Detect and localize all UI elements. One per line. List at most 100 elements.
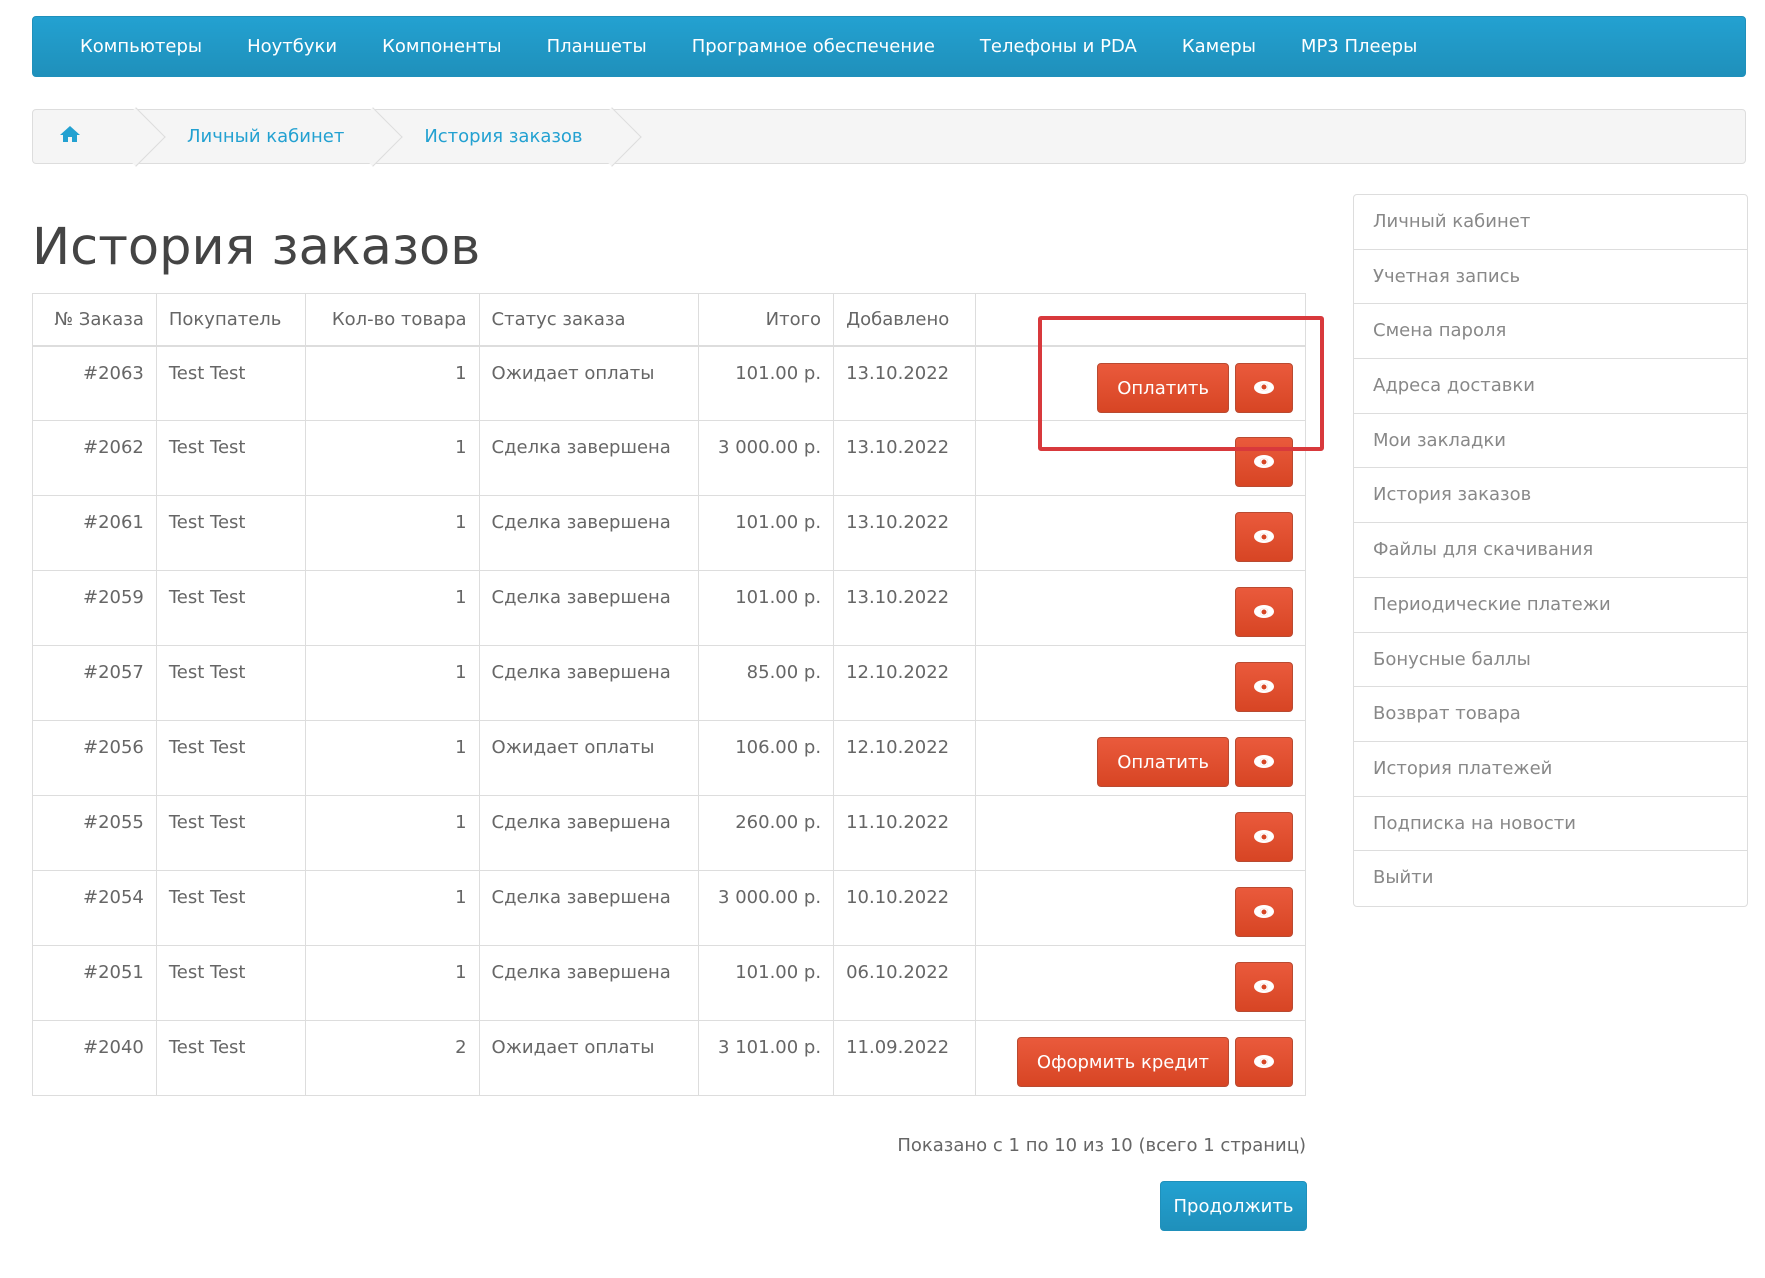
menu-item-phones[interactable]: Телефоны и PDA: [980, 36, 1137, 57]
cell-status: Сделка завершена: [478, 645, 700, 721]
cell-actions: [975, 495, 1306, 571]
eye-icon: [1254, 455, 1274, 468]
cell-actions: [975, 645, 1306, 721]
cell-customer: Test Test: [155, 795, 306, 871]
view-order-button[interactable]: [1235, 962, 1293, 1012]
breadcrumb-account[interactable]: Личный кабинет: [143, 107, 404, 167]
sidebar-item[interactable]: Файлы для скачивания: [1354, 523, 1747, 578]
cell-total: 85.00 р.: [698, 645, 835, 721]
cell-date-added: 13.10.2022: [833, 570, 977, 646]
cell-quantity: 1: [304, 795, 480, 871]
credit-button[interactable]: Оформить кредит: [1016, 1037, 1229, 1087]
table-row: #2056 Test Test 1 Ожидает оплаты 106.00 р. 12…: [32, 720, 1306, 796]
cell-customer: Test Test: [155, 495, 306, 571]
table-row: #2059 Test Test 1 Сделка завершена 101.00 р.…: [32, 570, 1306, 646]
view-order-button[interactable]: [1235, 662, 1293, 712]
eye-icon: [1254, 1055, 1274, 1068]
cell-customer: Test Test: [155, 945, 306, 1021]
eye-icon: [1254, 680, 1274, 693]
cell-order-id: #2056: [32, 720, 157, 796]
cell-date-added: 12.10.2022: [833, 720, 977, 796]
cell-quantity: 1: [304, 870, 480, 946]
sidebar-item[interactable]: Подписка на новости: [1354, 797, 1747, 852]
sidebar-item[interactable]: Учетная запись: [1354, 250, 1747, 305]
view-order-button[interactable]: [1235, 437, 1293, 487]
breadcrumb: Личный кабинет История заказов: [32, 107, 1746, 167]
cell-order-id: #2063: [32, 345, 157, 421]
cell-order-id: #2061: [32, 495, 157, 571]
cell-order-id: #2054: [32, 870, 157, 946]
cell-order-id: #2062: [32, 420, 157, 496]
cell-actions: [975, 570, 1306, 646]
menu-item-components[interactable]: Компоненты: [382, 36, 501, 57]
cell-date-added: 11.09.2022: [833, 1020, 977, 1096]
top-menu: Компьютеры Ноутбуки Компоненты Планшеты …: [32, 16, 1746, 77]
cell-actions: Оплатить: [975, 345, 1306, 421]
sidebar-item[interactable]: Мои закладки: [1354, 414, 1747, 469]
menu-item-cameras[interactable]: Камеры: [1182, 36, 1256, 57]
table-row: #2063 Test Test 1 Ожидает оплаты 101.00 р. 13…: [32, 345, 1306, 421]
view-order-button[interactable]: [1235, 587, 1293, 637]
menu-item-tablets[interactable]: Планшеты: [547, 36, 647, 57]
cell-status: Сделка завершена: [478, 795, 700, 871]
cell-customer: Test Test: [155, 870, 306, 946]
orders-table: № Заказа Покупатель Кол-во товара Статус…: [32, 293, 1306, 1096]
cell-quantity: 1: [304, 945, 480, 1021]
view-order-button[interactable]: [1235, 812, 1293, 862]
table-row: #2055 Test Test 1 Сделка завершена 260.00 р.…: [32, 795, 1306, 871]
menu-item-mp3[interactable]: MP3 Плееры: [1301, 36, 1417, 57]
sidebar-item[interactable]: Личный кабинет: [1354, 195, 1747, 250]
cell-quantity: 1: [304, 420, 480, 496]
cell-status: Сделка завершена: [478, 870, 700, 946]
cell-date-added: 13.10.2022: [833, 345, 977, 421]
sidebar-item[interactable]: Бонусные баллы: [1354, 633, 1747, 688]
table-row: #2054 Test Test 1 Сделка завершена 3 000.00 …: [32, 870, 1306, 946]
view-order-button[interactable]: [1235, 512, 1293, 562]
cell-status: Ожидает оплаты: [478, 1020, 700, 1096]
cell-order-id: #2055: [32, 795, 157, 871]
cell-customer: Test Test: [155, 720, 306, 796]
cell-total: 101.00 р.: [698, 570, 835, 646]
cell-customer: Test Test: [155, 570, 306, 646]
cell-total: 260.00 р.: [698, 795, 835, 871]
sidebar-item[interactable]: История платежей: [1354, 742, 1747, 797]
menu-item-software[interactable]: Програмное обеспечение: [692, 36, 935, 57]
breadcrumb-order-history[interactable]: История заказов: [380, 107, 642, 167]
eye-icon: [1254, 980, 1274, 993]
pay-button[interactable]: Оплатить: [1097, 737, 1229, 787]
view-order-button[interactable]: [1235, 1037, 1293, 1087]
breadcrumb-home[interactable]: [33, 107, 166, 167]
cell-total: 3 000.00 р.: [698, 420, 835, 496]
cell-order-id: #2040: [32, 1020, 157, 1096]
cell-quantity: 1: [304, 495, 480, 571]
header-date-added: Добавлено: [833, 293, 977, 347]
menu-item-laptops[interactable]: Ноутбуки: [247, 36, 337, 57]
sidebar-item[interactable]: Выйти: [1354, 851, 1747, 906]
table-row: #2061 Test Test 1 Сделка завершена 101.00 р.…: [32, 495, 1306, 571]
table-row: #2062 Test Test 1 Сделка завершена 3 000.00 …: [32, 420, 1306, 496]
eye-icon: [1254, 605, 1274, 618]
pay-button[interactable]: Оплатить: [1097, 362, 1229, 413]
eye-icon: [1254, 830, 1274, 843]
cell-date-added: 13.10.2022: [833, 420, 977, 496]
cell-status: Сделка завершена: [478, 420, 700, 496]
view-order-button[interactable]: [1235, 362, 1293, 413]
continue-button[interactable]: Продолжить: [1160, 1181, 1307, 1231]
menu-item-computers[interactable]: Компьютеры: [80, 36, 202, 57]
eye-icon: [1254, 530, 1274, 543]
header-order-id: № Заказа: [32, 293, 157, 347]
view-order-button[interactable]: [1235, 887, 1293, 937]
breadcrumb-account-label: Личный кабинет: [187, 126, 345, 147]
view-order-button[interactable]: [1235, 737, 1293, 787]
cell-date-added: 06.10.2022: [833, 945, 977, 1021]
sidebar-item[interactable]: Смена пароля: [1354, 304, 1747, 360]
sidebar-item[interactable]: Возврат товара: [1354, 687, 1747, 742]
cell-actions: [975, 420, 1306, 496]
sidebar-item[interactable]: Периодические платежи: [1354, 578, 1747, 633]
pagination-info: Показано с 1 по 10 из 10 (всего 1 страни…: [897, 1135, 1306, 1156]
table-row: #2051 Test Test 1 Сделка завершена 101.00 р.…: [32, 945, 1306, 1021]
home-icon: [59, 125, 81, 148]
cell-actions: [975, 870, 1306, 946]
sidebar-item[interactable]: Адреса доставки: [1354, 359, 1747, 414]
sidebar-item[interactable]: История заказов: [1354, 468, 1747, 524]
